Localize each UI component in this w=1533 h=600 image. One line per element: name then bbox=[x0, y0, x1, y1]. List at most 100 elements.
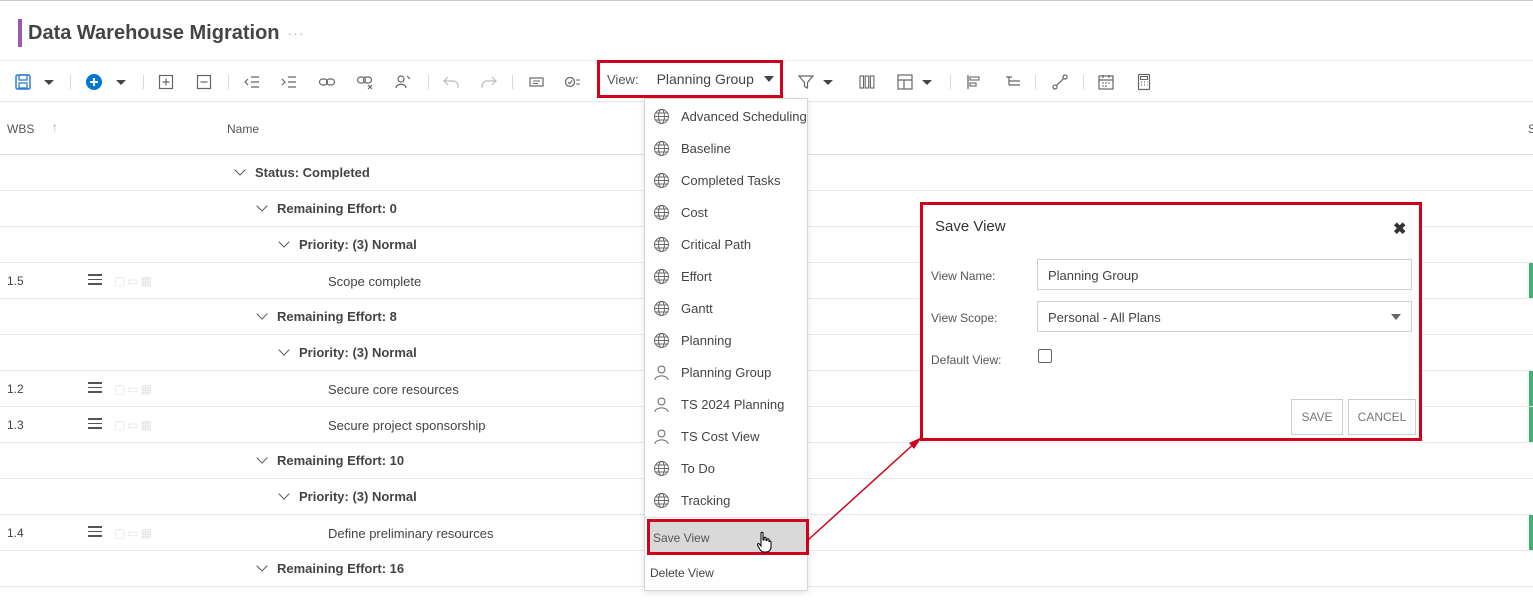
menu-divider bbox=[645, 517, 807, 518]
add-task-icon[interactable] bbox=[83, 71, 105, 93]
toolbar-divider bbox=[228, 75, 229, 89]
row-indicator-icons: ▢▭▦ bbox=[114, 526, 155, 540]
view-name-input[interactable]: Planning Group bbox=[1037, 259, 1412, 290]
menu-item-advanced-scheduling[interactable]: Advanced Scheduling bbox=[645, 100, 807, 132]
align-left-icon[interactable] bbox=[963, 71, 985, 93]
outline-icon[interactable] bbox=[1002, 71, 1024, 93]
chevron-down-icon[interactable] bbox=[278, 344, 290, 356]
delete-view-menu-item[interactable]: Delete View bbox=[645, 557, 807, 589]
wbs-cell: 1.5 bbox=[7, 274, 24, 288]
cancel-button[interactable]: CANCEL bbox=[1348, 399, 1416, 435]
toolbar-divider bbox=[1035, 75, 1036, 89]
group-label: Remaining Effort: 16 bbox=[277, 561, 405, 576]
menu-item-gantt[interactable]: Gantt bbox=[645, 292, 807, 324]
wbs-cell: 1.4 bbox=[7, 526, 24, 540]
globe-icon bbox=[654, 173, 669, 188]
toolbar-divider bbox=[428, 75, 429, 89]
chevron-down-icon[interactable] bbox=[256, 560, 268, 572]
person-icon bbox=[654, 365, 669, 381]
globe-icon bbox=[654, 333, 669, 348]
view-scope-select[interactable]: Personal - All Plans bbox=[1037, 301, 1412, 332]
task-name[interactable]: Define preliminary resources bbox=[328, 526, 493, 541]
group-chevron-down-icon[interactable] bbox=[916, 71, 938, 93]
save-icon[interactable] bbox=[12, 71, 34, 93]
calendar-icon[interactable] bbox=[1095, 71, 1117, 93]
menu-item-ts-2024-planning[interactable]: TS 2024 Planning bbox=[645, 388, 807, 420]
column-header-name[interactable]: Name bbox=[227, 122, 259, 136]
row-menu-icon[interactable] bbox=[88, 418, 102, 430]
chevron-down-icon[interactable] bbox=[278, 236, 290, 248]
chevron-down-icon[interactable] bbox=[234, 164, 246, 176]
sort-ascending-icon[interactable]: ↑ bbox=[52, 120, 58, 134]
chevron-down-icon[interactable] bbox=[278, 488, 290, 500]
menu-item-label: Baseline bbox=[681, 141, 731, 156]
group-label: Remaining Effort: 8 bbox=[277, 309, 397, 324]
globe-icon bbox=[654, 301, 669, 316]
task-name[interactable]: Secure project sponsorship bbox=[328, 418, 486, 433]
outdent-icon[interactable] bbox=[241, 71, 263, 93]
menu-item-effort[interactable]: Effort bbox=[645, 260, 807, 292]
notes-icon[interactable] bbox=[525, 71, 547, 93]
task-name[interactable]: Scope complete bbox=[328, 274, 421, 289]
view-label: View: bbox=[607, 71, 639, 87]
row-menu-icon[interactable] bbox=[88, 274, 102, 286]
menu-item-to-do[interactable]: To Do bbox=[645, 452, 807, 484]
columns-icon[interactable] bbox=[856, 71, 878, 93]
group-label: Remaining Effort: 0 bbox=[277, 201, 397, 216]
menu-item-cost[interactable]: Cost bbox=[645, 196, 807, 228]
menu-item-baseline[interactable]: Baseline bbox=[645, 132, 807, 164]
group-label: Remaining Effort: 10 bbox=[277, 453, 405, 468]
toolbar-divider bbox=[1083, 75, 1084, 89]
default-view-label: Default View: bbox=[931, 353, 1002, 367]
menu-item-critical-path[interactable]: Critical Path bbox=[645, 228, 807, 260]
row-indicator-icons: ▢▭▦ bbox=[114, 382, 155, 396]
add-options-chevron-down-icon[interactable] bbox=[110, 71, 132, 93]
unlink-icon[interactable] bbox=[354, 71, 376, 93]
person-icon bbox=[654, 429, 669, 445]
collapse-all-icon[interactable] bbox=[193, 71, 215, 93]
expand-all-icon[interactable] bbox=[155, 71, 177, 93]
page-title: Data Warehouse Migration bbox=[28, 21, 280, 44]
save-view-menu-item[interactable]: Save View bbox=[647, 519, 809, 555]
filter-chevron-down-icon[interactable] bbox=[817, 71, 839, 93]
undo-icon[interactable] bbox=[440, 71, 462, 93]
menu-item-tracking[interactable]: Tracking bbox=[645, 484, 807, 516]
row-menu-icon[interactable] bbox=[88, 526, 102, 538]
menu-item-label: Planning Group bbox=[681, 365, 772, 380]
menu-item-label: Save View bbox=[653, 531, 710, 545]
filter-icon[interactable] bbox=[795, 71, 817, 93]
task-name[interactable]: Secure core resources bbox=[328, 382, 459, 397]
column-header-wbs[interactable]: WBS bbox=[7, 122, 34, 136]
column-header-partial[interactable]: S bbox=[1528, 122, 1533, 136]
menu-item-ts-cost-view[interactable]: TS Cost View bbox=[645, 420, 807, 452]
view-scope-value: Personal - All Plans bbox=[1048, 310, 1161, 325]
chevron-down-icon[interactable] bbox=[256, 452, 268, 464]
view-scope-label: View Scope: bbox=[931, 311, 998, 325]
view-selector-dropdown[interactable]: View: Planning Group bbox=[597, 60, 783, 98]
more-options-icon[interactable]: ··· bbox=[288, 25, 305, 41]
menu-item-completed-tasks[interactable]: Completed Tasks bbox=[645, 164, 807, 196]
connector-icon[interactable] bbox=[1049, 71, 1071, 93]
assign-resource-icon[interactable] bbox=[392, 71, 414, 93]
redo-icon[interactable] bbox=[478, 71, 500, 93]
save-options-chevron-down-icon[interactable] bbox=[38, 71, 60, 93]
calculator-icon[interactable] bbox=[1133, 71, 1155, 93]
save-view-dialog: Save View ✖ View Name: Planning Group Vi… bbox=[920, 202, 1422, 441]
globe-icon bbox=[654, 141, 669, 156]
menu-item-label: Planning bbox=[681, 333, 732, 348]
link-icon[interactable] bbox=[316, 71, 338, 93]
view-dropdown-menu: Advanced Scheduling Baseline Completed T… bbox=[644, 98, 809, 591]
status-bar bbox=[1529, 371, 1533, 406]
indent-icon[interactable] bbox=[278, 71, 300, 93]
menu-item-label: Completed Tasks bbox=[681, 173, 781, 188]
chevron-down-icon[interactable] bbox=[256, 200, 268, 212]
menu-item-planning-group[interactable]: Planning Group bbox=[645, 356, 807, 388]
group-by-icon[interactable] bbox=[894, 71, 916, 93]
close-icon[interactable]: ✖ bbox=[1393, 219, 1406, 239]
chevron-down-icon[interactable] bbox=[256, 308, 268, 320]
row-menu-icon[interactable] bbox=[88, 382, 102, 394]
checklist-icon[interactable] bbox=[562, 71, 584, 93]
default-view-checkbox[interactable] bbox=[1038, 349, 1052, 363]
menu-item-planning[interactable]: Planning bbox=[645, 324, 807, 356]
save-button[interactable]: SAVE bbox=[1291, 399, 1343, 435]
